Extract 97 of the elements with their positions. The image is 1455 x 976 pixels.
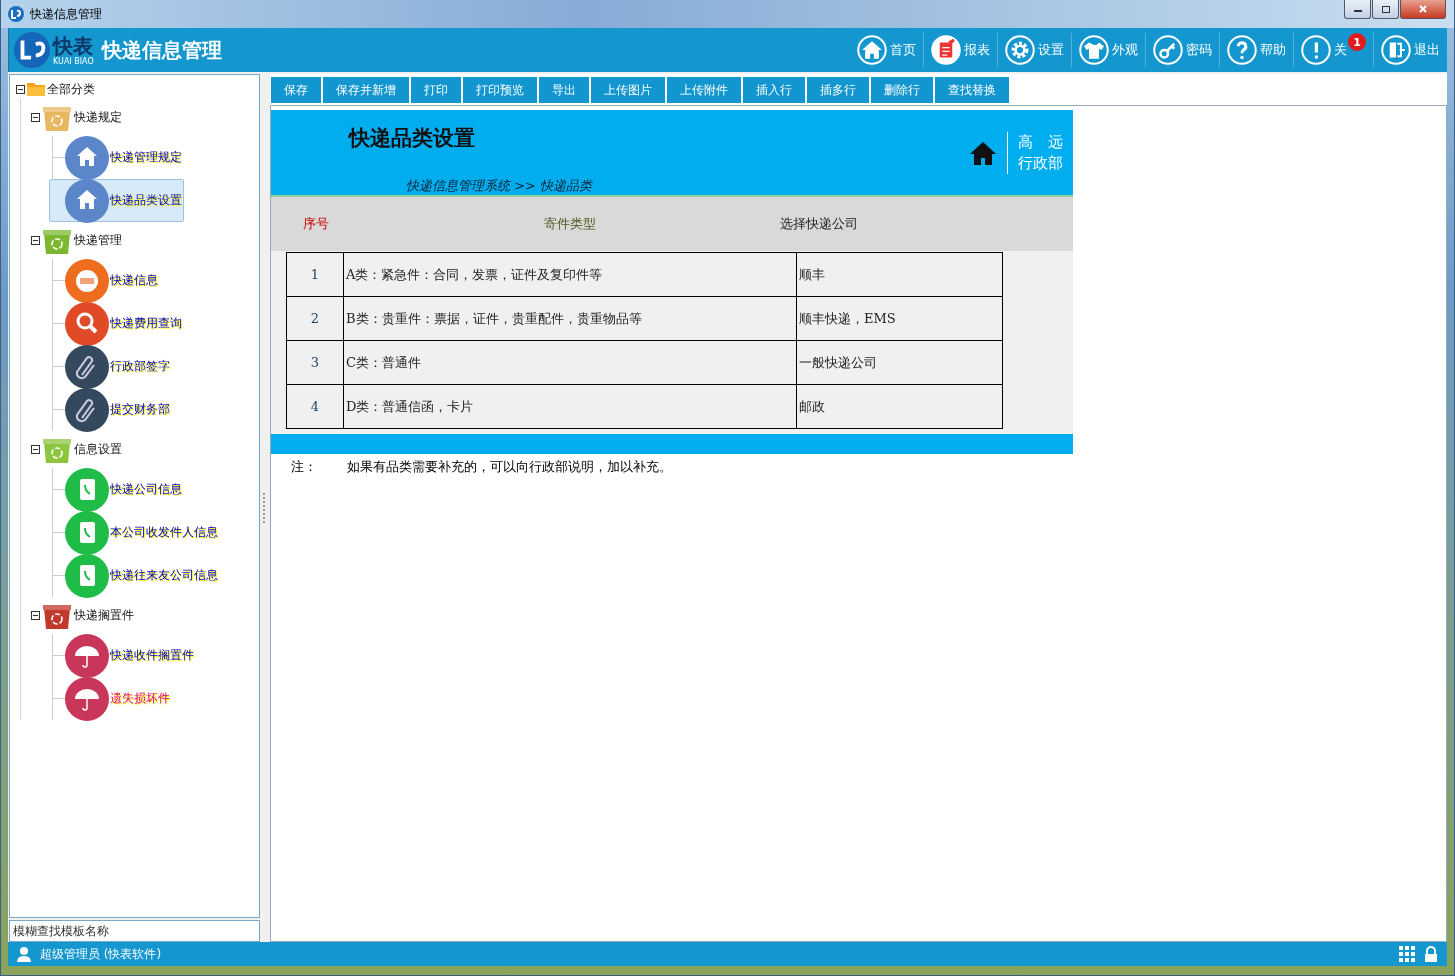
tree-item[interactable]: 本公司收发件人信息 (109, 520, 219, 545)
nav-button[interactable]: 关 1 (1298, 30, 1369, 70)
table-cell: 1 (286, 252, 344, 297)
tree-item[interactable]: 快递管理 (74, 232, 122, 249)
table-cell: C类：普通件 (343, 340, 797, 385)
paperclip-icon (65, 387, 109, 432)
umbrella-icon (65, 633, 109, 678)
toolbar-button[interactable]: 查找替换 (935, 77, 1009, 103)
nav-button[interactable]: 报表 (928, 30, 993, 70)
maximize-button[interactable] (1372, 0, 1399, 19)
table-cell: 4 (286, 384, 344, 429)
toolbar-button[interactable]: 保存 (271, 77, 321, 103)
tree-item[interactable]: 快递收件搁置件 (109, 643, 195, 668)
house-icon (65, 135, 109, 180)
umbrella-icon (65, 676, 109, 721)
toolbar-button[interactable]: 导出 (539, 77, 589, 103)
minimize-button[interactable] (1344, 0, 1371, 19)
magnifier-icon (65, 301, 109, 346)
nav-button[interactable]: 外观 (1076, 30, 1141, 70)
department-name: 行政部 (1018, 152, 1063, 174)
table-cell: 一般快递公司 (796, 340, 1003, 385)
window-title: 快递信息管理 (30, 5, 102, 23)
toolbar-button[interactable]: 打印预览 (463, 77, 537, 103)
tree-item[interactable]: 快递管理规定 (109, 145, 183, 170)
tree-item[interactable]: 快递费用查询 (109, 311, 183, 336)
key-icon (1153, 35, 1183, 65)
tree-item[interactable]: 快递信息 (109, 268, 159, 293)
tree-item[interactable]: 遗失损坏件 (109, 686, 171, 711)
shirt-icon (1079, 35, 1109, 65)
notebook-icon (65, 467, 109, 512)
home-icon (857, 35, 887, 65)
maximize-icon (1380, 4, 1391, 14)
nav-button[interactable]: 密码 (1150, 30, 1215, 70)
notebook-icon (65, 553, 109, 598)
nav-button[interactable]: 退出 (1378, 30, 1443, 70)
toolbar-button[interactable]: 插多行 (807, 77, 869, 103)
app-logo-icon (13, 31, 51, 69)
grid-icon[interactable] (1399, 946, 1415, 962)
tree-item[interactable]: 快递公司信息 (109, 477, 183, 502)
table-cell: A类：紧急件：合同，发票，证件及复印件等 (343, 252, 797, 297)
tree-item[interactable]: 快递规定 (74, 109, 122, 126)
note-label: 注： (291, 458, 317, 476)
collapse-toggle[interactable] (31, 445, 40, 454)
nav-button[interactable]: 帮助 (1224, 30, 1289, 70)
note-text: 如果有品类需要补充的，可以向行政部说明，加以补充。 (347, 458, 672, 476)
nav-button[interactable]: 设置 (1002, 30, 1067, 70)
user-icon (16, 946, 32, 962)
table-cell: B类：贵重件：票据，证件，贵重配件，贵重物品等 (343, 296, 797, 341)
report-icon (931, 35, 961, 65)
folder-icon (27, 82, 45, 96)
form-title: 快递品类设置 (349, 124, 476, 152)
app-title: 快递信息管理 (101, 36, 222, 64)
collapse-toggle[interactable] (31, 611, 40, 620)
notebook-icon (65, 510, 109, 555)
collapse-toggle[interactable] (31, 236, 40, 245)
collapse-toggle[interactable] (16, 84, 25, 94)
tree-item[interactable]: 快递往来友公司信息 (109, 563, 219, 588)
table-cell: D类：普通信函，卡片 (343, 384, 797, 429)
search-field[interactable]: 模糊查找模板名称 (9, 920, 260, 942)
toolbar-button[interactable]: 删除行 (871, 77, 933, 103)
exit-icon (1381, 35, 1411, 65)
table-cell: 3 (286, 340, 344, 385)
app-logo-icon (8, 6, 24, 22)
logo-subtext: KUAI BIAO (53, 56, 94, 66)
table-cell: 顺丰 (796, 252, 1003, 297)
table-cell: 邮政 (796, 384, 1003, 429)
table-cell: 2 (286, 296, 344, 341)
help-icon (1227, 35, 1257, 65)
tree-item[interactable]: 行政部签字 (109, 354, 171, 379)
info-icon (1301, 35, 1331, 65)
settings-icon (1005, 35, 1035, 65)
toolbar-button[interactable]: 保存并新增 (323, 77, 409, 103)
close-button[interactable] (1400, 0, 1446, 19)
breadcrumb: 快递信息管理系统 >> 快递品类 (406, 177, 593, 195)
column-header: 寄件类型 (543, 215, 597, 233)
toolbar-button[interactable]: 插入行 (743, 77, 805, 103)
table-cell: 顺丰快递，EMS (796, 296, 1003, 341)
collapse-toggle[interactable] (31, 113, 40, 122)
logo-text: 快表 (53, 34, 94, 57)
tree-item[interactable]: 信息设置 (74, 441, 122, 458)
home-icon[interactable] (969, 139, 997, 166)
toolbar-button[interactable]: 上传图片 (591, 77, 665, 103)
close-icon (1418, 4, 1428, 14)
status-user: 超级管理员 (快表软件) (40, 945, 162, 963)
splitter-grip-icon (263, 493, 267, 523)
notification-badge: 1 (1348, 33, 1366, 51)
paperclip-icon (65, 344, 109, 389)
tree-item[interactable]: 提交财务部 (109, 397, 171, 422)
nav-button[interactable]: 首页 (854, 30, 919, 70)
toolbar-button[interactable]: 上传附件 (667, 77, 741, 103)
column-header: 序号 (301, 215, 330, 233)
column-header: 选择快递公司 (780, 215, 858, 233)
user-name: 高 远 (1018, 131, 1063, 153)
tree-item[interactable]: 快递搁置件 (74, 607, 134, 624)
tree-item[interactable]: 全部分类 (47, 80, 95, 98)
toolbar-button[interactable]: 打印 (411, 77, 461, 103)
lock-icon[interactable] (1423, 946, 1439, 962)
